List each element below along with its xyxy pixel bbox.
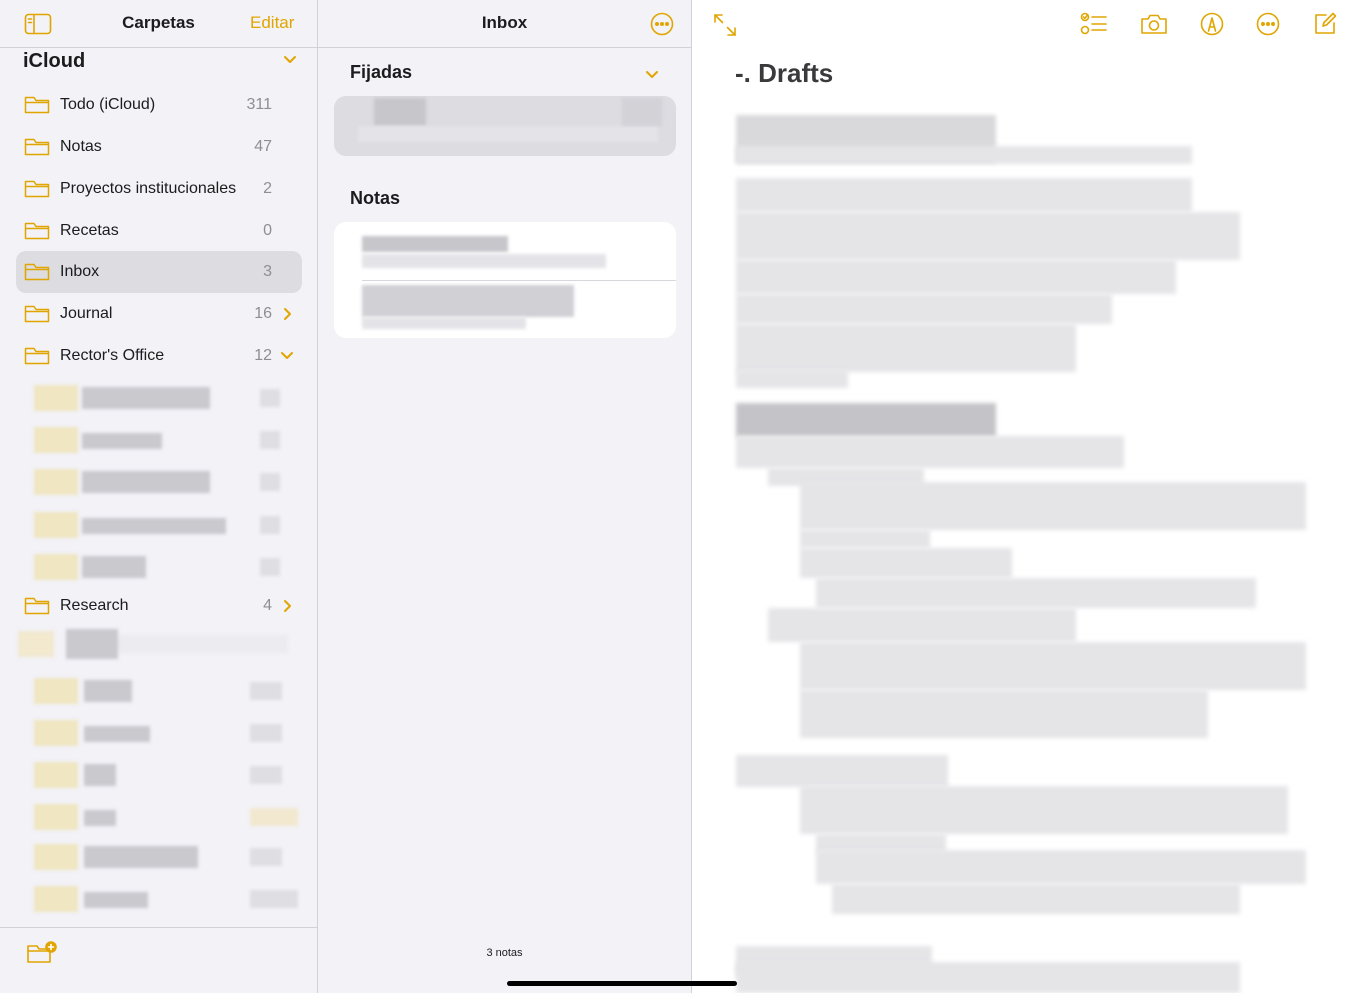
folder-name: Todo (iCloud) — [60, 96, 156, 113]
chevron-down-icon[interactable] — [283, 52, 297, 70]
sidebar-footer — [0, 927, 317, 993]
sidebar-nav-bar: Carpetas Editar — [0, 0, 317, 48]
blurred-subfolder[interactable] — [34, 508, 294, 542]
folder-icon — [24, 304, 52, 324]
folder-count: 47 — [254, 138, 272, 155]
folder-row-rectors-office[interactable]: Rector's Office 12 — [16, 335, 302, 377]
folder-count: 0 — [263, 222, 272, 239]
folder-row-journal[interactable]: Journal 16 — [16, 293, 302, 335]
notes-count-label: 3 notas — [486, 947, 523, 959]
blurred-subfolder[interactable] — [34, 465, 294, 499]
pinned-note-item[interactable] — [334, 96, 676, 156]
folder-icon — [24, 137, 52, 157]
folder-count: 311 — [246, 96, 272, 113]
edit-button[interactable]: Editar — [250, 13, 294, 33]
chevron-right-icon[interactable] — [272, 307, 302, 321]
chevron-down-icon[interactable] — [645, 67, 659, 85]
more-circle-icon[interactable] — [650, 12, 674, 36]
account-label: iCloud — [23, 49, 86, 72]
folder-icon — [24, 346, 52, 366]
blurred-subfolder[interactable] — [34, 550, 294, 584]
icloud-section-header[interactable]: iCloud — [23, 47, 297, 75]
folder-row-research[interactable]: Research 4 — [16, 585, 302, 627]
folder-row-proyectos[interactable]: Proyectos institucionales 2 — [16, 168, 302, 210]
folder-icon — [24, 179, 52, 199]
folder-count: 3 — [263, 263, 272, 280]
blurred-subfolder[interactable] — [34, 381, 294, 415]
note-editor: -. Drafts — [692, 0, 1358, 993]
blurred-subfolder[interactable] — [34, 423, 294, 457]
folder-name: Notas — [60, 138, 102, 155]
folder-count: 2 — [263, 180, 272, 197]
list-nav-bar: Inbox — [318, 0, 691, 48]
note-body[interactable] — [692, 0, 1358, 993]
folder-count: 4 — [263, 597, 272, 614]
chevron-right-icon[interactable] — [272, 599, 302, 613]
notes-list-pane: Inbox Fijadas Notas 3 notas — [318, 0, 692, 993]
folder-row-todo-icloud[interactable]: Todo (iCloud) 311 — [16, 84, 302, 126]
folder-row-notas[interactable]: Notas 47 — [16, 126, 302, 168]
folder-name: Recetas — [60, 222, 119, 239]
folder-name: Inbox — [60, 263, 100, 280]
folder-row-inbox[interactable]: Inbox 3 — [16, 251, 302, 293]
blurred-subfolder[interactable] — [34, 800, 298, 834]
folder-icon — [24, 262, 52, 282]
notes-section-label: Notas — [350, 188, 401, 208]
pinned-section-label: Fijadas — [350, 62, 413, 82]
folder-icon — [24, 221, 52, 241]
blurred-subfolder[interactable] — [34, 716, 298, 750]
folder-icon — [24, 596, 52, 616]
home-indicator[interactable] — [507, 981, 737, 986]
blurred-subfolder[interactable] — [34, 882, 298, 916]
blurred-account-header[interactable] — [18, 627, 298, 663]
folders-sidebar: Carpetas Editar iCloud Todo (iCloud) 311… — [0, 0, 318, 993]
folder-name: Journal — [60, 305, 113, 322]
chevron-down-icon[interactable] — [272, 351, 302, 361]
folder-count: 12 — [254, 347, 272, 364]
folder-name: Research — [60, 597, 129, 614]
folder-name: Proyectos institucionales — [60, 180, 237, 197]
notes-group — [334, 222, 676, 338]
folder-icon — [24, 95, 52, 115]
note-item[interactable] — [334, 222, 676, 280]
folder-row-recetas[interactable]: Recetas 0 — [16, 210, 302, 252]
note-item[interactable] — [334, 281, 676, 338]
folder-name: Rector's Office — [60, 347, 165, 364]
blurred-subfolder[interactable] — [34, 758, 298, 792]
folder-count: 16 — [254, 305, 272, 322]
new-folder-icon[interactable] — [26, 940, 58, 966]
list-title: Inbox — [481, 13, 528, 32]
blurred-subfolder[interactable] — [34, 674, 298, 708]
blurred-subfolder[interactable] — [34, 840, 298, 874]
